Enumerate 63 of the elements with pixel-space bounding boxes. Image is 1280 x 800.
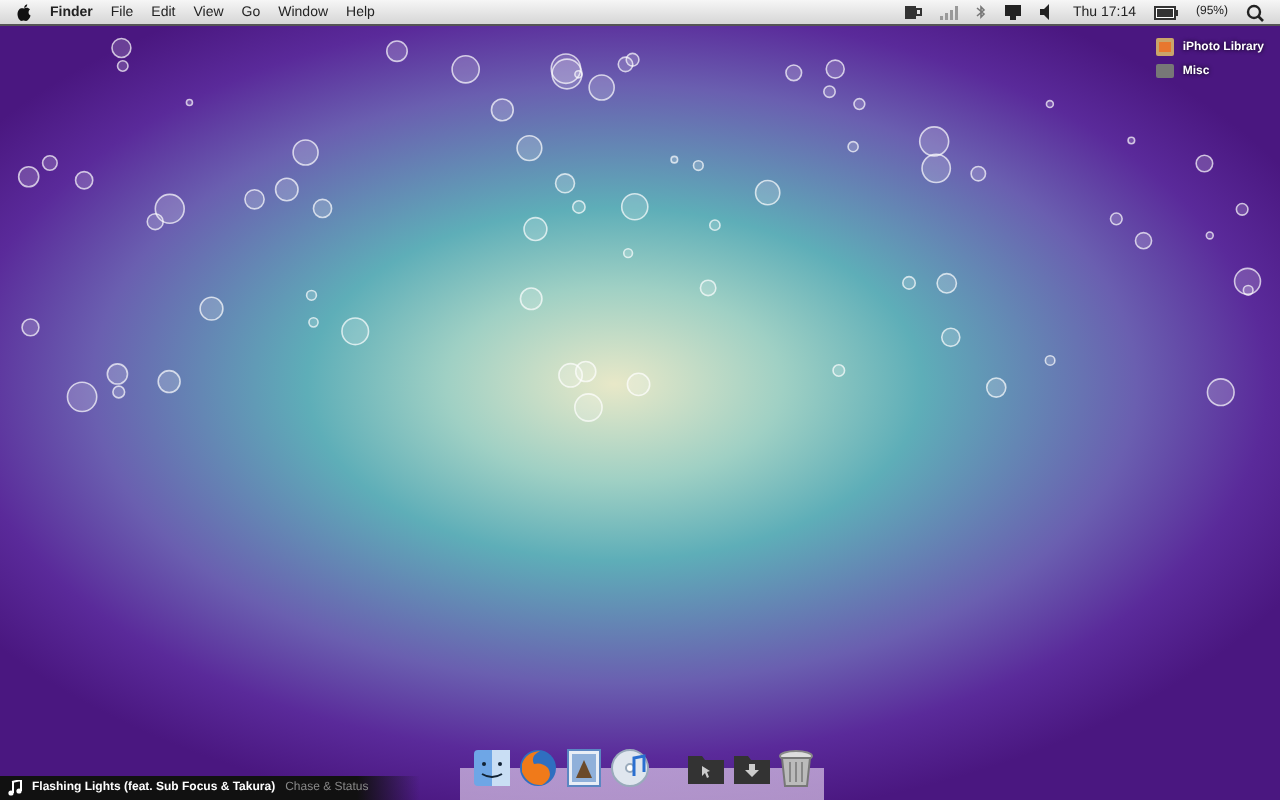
- water-drop: [785, 64, 803, 82]
- cup-icon[interactable]: [904, 4, 923, 20]
- water-drop: [940, 327, 961, 348]
- water-drop: [754, 179, 781, 206]
- water-drop: [292, 139, 319, 166]
- water-drop: [626, 372, 651, 397]
- water-drop: [699, 279, 717, 297]
- water-drop: [709, 219, 721, 232]
- water-drop: [523, 216, 548, 242]
- water-drop: [670, 155, 679, 164]
- water-drop: [308, 316, 319, 328]
- water-drop: [185, 98, 194, 107]
- water-drop: [199, 296, 224, 321]
- water-drop: [1045, 99, 1055, 109]
- bluetooth-icon[interactable]: [976, 4, 987, 20]
- water-drop: [516, 134, 543, 162]
- water-drop: [66, 381, 98, 413]
- music-cd-icon[interactable]: [609, 748, 649, 788]
- water-drop: [1127, 136, 1136, 145]
- apple-icon[interactable]: [16, 3, 32, 21]
- water-drop: [519, 287, 543, 311]
- water-drop: [386, 40, 408, 63]
- finder-icon[interactable]: [471, 748, 511, 788]
- water-drop: [17, 165, 40, 188]
- browser-globe-icon[interactable]: [517, 748, 557, 788]
- water-drop: [341, 317, 370, 346]
- speaker-icon[interactable]: [1040, 4, 1055, 20]
- water-drop: [970, 165, 987, 182]
- water-drop: [312, 198, 333, 219]
- water-drop: [1044, 354, 1056, 366]
- water-drop: [274, 177, 299, 202]
- water-drop: [847, 140, 859, 153]
- water-drop: [622, 247, 634, 259]
- water-drop: [490, 98, 515, 122]
- water-drop: [918, 126, 950, 157]
- water-drop: [21, 318, 40, 337]
- water-drop: [244, 188, 265, 210]
- water-drop: [620, 192, 649, 221]
- display-icon[interactable]: [1004, 4, 1023, 20]
- battery-icon[interactable]: [1153, 5, 1178, 19]
- water-drop: [936, 272, 958, 294]
- water-drop: [1235, 202, 1249, 216]
- water-drop: [157, 369, 181, 394]
- water-drop: [902, 275, 917, 290]
- search-icon[interactable]: [1246, 3, 1264, 21]
- trash-icon[interactable]: [777, 748, 813, 788]
- water-drop: [305, 289, 318, 302]
- water-drop: [853, 97, 866, 111]
- picture-icon[interactable]: [563, 748, 603, 788]
- water-drop: [921, 153, 952, 184]
- water-drop: [554, 173, 576, 194]
- water-drop: [832, 363, 846, 377]
- water-drop: [558, 362, 584, 388]
- water-drop: [1195, 154, 1214, 173]
- water-drop: [571, 199, 586, 214]
- water-drop: [985, 377, 1007, 398]
- water-drop: [574, 393, 603, 422]
- water-drop: [1206, 378, 1235, 407]
- water-drop: [1205, 231, 1214, 240]
- water-drop: [451, 54, 481, 84]
- water-drop: [574, 360, 597, 383]
- photo-library-icon[interactable]: [1156, 38, 1175, 56]
- music-note-icon: [8, 780, 22, 796]
